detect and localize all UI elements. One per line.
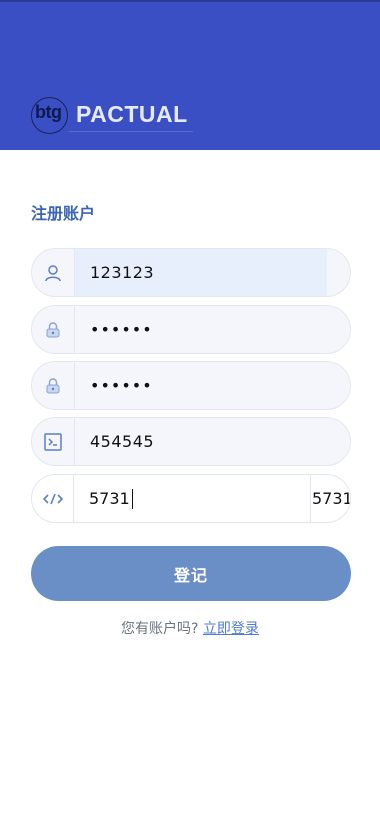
- user-icon: [32, 249, 75, 296]
- top-divider: [0, 0, 380, 2]
- captcha-input-value: 5731: [89, 489, 130, 508]
- username-field[interactable]: 123123: [31, 248, 351, 297]
- page-title: 注册账户: [31, 204, 96, 223]
- header-banner: btg PACTUAL: [0, 0, 380, 150]
- login-prompt: 您有账户吗? 立即登录: [0, 618, 380, 638]
- text-cursor: [131, 488, 134, 509]
- username-value[interactable]: 123123: [90, 249, 154, 296]
- confirm-password-value[interactable]: ••••••: [90, 362, 153, 409]
- code-icon: [32, 475, 74, 522]
- lock-icon: [32, 362, 75, 409]
- logo-underline: [69, 131, 193, 132]
- confirm-password-field[interactable]: ••••••: [31, 361, 351, 410]
- logo-btg-text: btg: [35, 102, 62, 122]
- login-link[interactable]: 立即登录: [203, 621, 259, 637]
- captcha-input[interactable]: 5731: [89, 475, 134, 522]
- invite-code-value[interactable]: 454545: [90, 418, 154, 465]
- password-value[interactable]: ••••••: [90, 306, 153, 353]
- terminal-icon: [32, 418, 75, 465]
- captcha-code-image[interactable]: 5731: [310, 475, 350, 522]
- logo-pactual-text: PACTUAL: [76, 101, 188, 127]
- login-prompt-text: 您有账户吗?: [121, 621, 199, 637]
- invite-code-field[interactable]: 454545: [31, 417, 351, 466]
- password-field[interactable]: ••••••: [31, 305, 351, 354]
- btg-pactual-logo: btg PACTUAL: [31, 96, 193, 136]
- lock-icon: [32, 306, 75, 353]
- captcha-field[interactable]: 5731 5731: [31, 474, 351, 523]
- register-button[interactable]: 登记: [31, 546, 351, 601]
